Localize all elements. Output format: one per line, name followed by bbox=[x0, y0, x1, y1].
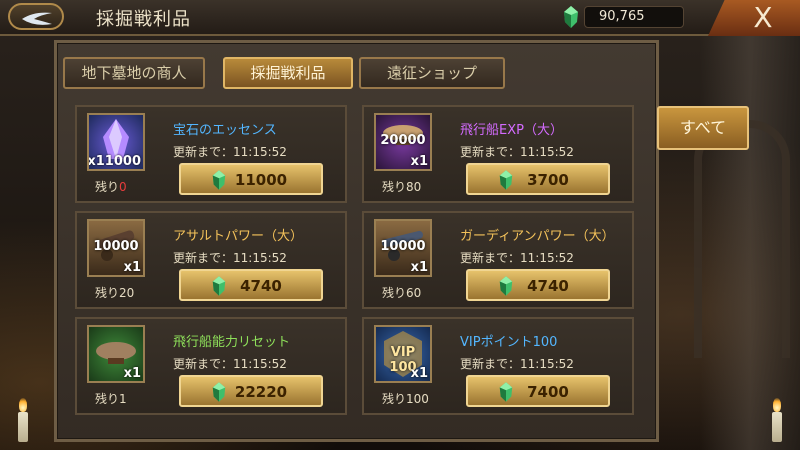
buy-button[interactable]: 22220 bbox=[179, 375, 323, 407]
item-caption: 20000 bbox=[380, 133, 426, 148]
item-quantity: x1 bbox=[410, 366, 428, 381]
price: 11000 bbox=[234, 171, 288, 189]
remaining-count: 残り20 bbox=[95, 286, 135, 300]
buy-button[interactable]: 7400 bbox=[466, 375, 610, 407]
shop-item-card: 20000 x1 残り80 飛行船EXP（大） 更新まで：11:15:52 37… bbox=[362, 105, 634, 203]
candle-right bbox=[772, 398, 782, 442]
refresh-timer: 更新まで：11:15:52 bbox=[460, 251, 574, 265]
header-bar: 採掘戦利品 90,765 X bbox=[0, 0, 800, 36]
price: 3700 bbox=[527, 171, 569, 189]
buy-button[interactable]: 11000 bbox=[179, 163, 323, 195]
remaining-label: 残り bbox=[95, 180, 120, 194]
price: 4740 bbox=[240, 277, 282, 295]
refresh-timer: 更新まで：11:15:52 bbox=[173, 145, 287, 159]
page-title: 採掘戦利品 bbox=[96, 9, 191, 30]
shop-item-card: x1 残り1 飛行船能力リセット 更新まで：11:15:52 22220 bbox=[75, 317, 347, 415]
remaining-count: 残り80 bbox=[382, 180, 422, 194]
item-quantity: x1 bbox=[123, 260, 141, 275]
tab-mining-loot[interactable]: 採掘戦利品 bbox=[223, 57, 353, 89]
item-thumbnail[interactable]: 10000 x1 bbox=[374, 219, 432, 277]
candle-left bbox=[18, 398, 28, 442]
item-thumbnail[interactable]: VIP 100 x1 bbox=[374, 325, 432, 383]
item-thumbnail[interactable]: 10000 x1 bbox=[87, 219, 145, 277]
remaining-count: 残り0 bbox=[95, 178, 127, 195]
price: 7400 bbox=[527, 383, 569, 401]
tab-catacomb-merchant[interactable]: 地下墓地の商人 bbox=[63, 57, 205, 89]
tab-bar: 地下墓地の商人 採掘戦利品 遠征ショップ bbox=[63, 51, 650, 97]
item-caption: 10000 bbox=[93, 239, 139, 254]
background-arch bbox=[694, 120, 790, 358]
price: 4740 bbox=[527, 277, 569, 295]
currency-counter: 90,765 bbox=[584, 6, 684, 28]
item-quantity: x1 bbox=[410, 260, 428, 275]
item-name: 飛行船能力リセット bbox=[173, 335, 291, 350]
buy-button[interactable]: 4740 bbox=[179, 269, 323, 301]
refresh-timer: 更新まで：11:15:52 bbox=[460, 357, 574, 371]
item-name: アサルトパワー（大） bbox=[173, 229, 304, 244]
all-button[interactable]: すべて bbox=[657, 106, 749, 150]
gem-icon bbox=[564, 6, 578, 28]
item-name: VIPポイント100 bbox=[460, 335, 558, 350]
item-thumbnail[interactable]: 20000 x1 bbox=[374, 113, 432, 171]
buy-button[interactable]: 4740 bbox=[466, 269, 610, 301]
remaining-value: 0 bbox=[119, 180, 127, 194]
item-quantity: x1 bbox=[410, 154, 428, 169]
price: 22220 bbox=[234, 383, 288, 401]
close-button[interactable]: X bbox=[748, 4, 778, 32]
item-name: 飛行船EXP（大） bbox=[460, 123, 563, 138]
item-quantity: x11000 bbox=[87, 154, 141, 169]
shop-item-card: 10000 x1 残り60 ガーディアンパワー（大） 更新まで：11:15:52… bbox=[362, 211, 634, 309]
shop-item-card: VIP 100 x1 残り100 VIPポイント100 更新まで：11:15:5… bbox=[362, 317, 634, 415]
shop-item-card: x11000 残り0 宝石のエッセンス 更新まで：11:15:52 11000 bbox=[75, 105, 347, 203]
refresh-timer: 更新まで：11:15:52 bbox=[173, 251, 287, 265]
item-thumbnail[interactable]: x1 bbox=[87, 325, 145, 383]
item-quantity: x1 bbox=[123, 366, 141, 381]
remaining-count: 残り60 bbox=[382, 286, 422, 300]
item-name: 宝石のエッセンス bbox=[173, 123, 277, 138]
back-button[interactable] bbox=[8, 3, 64, 30]
buy-button[interactable]: 3700 bbox=[466, 163, 610, 195]
item-name: ガーディアンパワー（大） bbox=[460, 229, 615, 244]
shop-item-card: 10000 x1 残り20 アサルトパワー（大） 更新まで：11:15:52 4… bbox=[75, 211, 347, 309]
item-caption: 10000 bbox=[380, 239, 426, 254]
refresh-timer: 更新まで：11:15:52 bbox=[173, 357, 287, 371]
remaining-count: 残り1 bbox=[95, 392, 127, 406]
back-arrow-icon bbox=[22, 12, 52, 25]
shop-panel: 地下墓地の商人 採掘戦利品 遠征ショップ x11000 残り0 宝石のエッセンス… bbox=[54, 40, 659, 442]
remaining-count: 残り100 bbox=[382, 392, 429, 406]
item-thumbnail[interactable]: x11000 bbox=[87, 113, 145, 171]
refresh-timer: 更新まで：11:15:52 bbox=[460, 145, 574, 159]
tab-expedition-shop[interactable]: 遠征ショップ bbox=[359, 57, 505, 89]
